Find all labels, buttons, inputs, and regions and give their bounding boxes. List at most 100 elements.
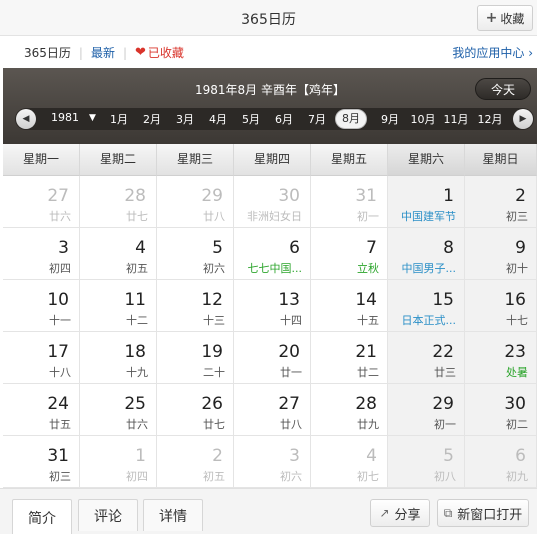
month-2[interactable]: 2月 xyxy=(136,111,168,127)
day-cell[interactable]: 4 初五 xyxy=(80,228,157,280)
dropdown-arrow-icon: ▼ xyxy=(89,112,96,123)
prev-arrow-icon[interactable]: ◀ xyxy=(16,109,36,129)
day-cell[interactable]: 19 二十 xyxy=(157,332,234,384)
day-cell[interactable]: 12 十三 xyxy=(157,280,234,332)
day-cell[interactable]: 29 初一 xyxy=(388,384,465,436)
day-cell[interactable]: 28 廿九 xyxy=(311,384,388,436)
day-cell[interactable]: 31 初一 xyxy=(311,176,388,228)
day-cell[interactable]: 2 初三 xyxy=(465,176,537,228)
day-number: 26 xyxy=(201,394,223,414)
day-number: 22 xyxy=(432,342,454,362)
day-cell[interactable]: 27 廿八 xyxy=(234,384,311,436)
lunar-date: 初六 xyxy=(280,470,302,483)
day-cell[interactable]: 5 初六 xyxy=(157,228,234,280)
day-cell[interactable]: 27 廿六 xyxy=(3,176,80,228)
lunar-date: 十三 xyxy=(203,314,225,327)
tab-details[interactable]: 详情 xyxy=(143,499,203,531)
month-9[interactable]: 9月 xyxy=(374,111,406,127)
sub-navigation: 365日历 | 最新 | ❤ 已收藏 我的应用中心 › xyxy=(0,37,537,67)
day-number: 2 xyxy=(515,186,526,206)
day-cell[interactable]: 26 廿七 xyxy=(157,384,234,436)
day-cell[interactable]: 18 十九 xyxy=(80,332,157,384)
tab-intro[interactable]: 简介 xyxy=(12,499,72,534)
share-button[interactable]: ↗ 分享 xyxy=(370,499,430,527)
bottom-toolbar: 简介 评论 详情 ↗ 分享 ⧉ 新窗口打开 xyxy=(0,488,537,534)
next-arrow-icon[interactable]: ▶ xyxy=(513,109,533,129)
month-5[interactable]: 5月 xyxy=(235,111,267,127)
day-cell[interactable]: 16 十七 xyxy=(465,280,537,332)
day-cell[interactable]: 17 十八 xyxy=(3,332,80,384)
day-cell[interactable]: 6 初九 xyxy=(465,436,537,488)
weekday-label: 星期四 xyxy=(234,144,311,176)
month-1[interactable]: 1月 xyxy=(103,111,135,127)
day-cell[interactable]: 9 初十 xyxy=(465,228,537,280)
today-button[interactable]: 今天 xyxy=(475,78,531,100)
day-cell[interactable]: 5 初八 xyxy=(388,436,465,488)
day-cell[interactable]: 21 廿二 xyxy=(311,332,388,384)
lunar-date: 十二 xyxy=(126,314,148,327)
day-cell[interactable]: 3 初四 xyxy=(3,228,80,280)
day-cell[interactable]: 8 中国男子... xyxy=(388,228,465,280)
lunar-date: 初八 xyxy=(434,470,456,483)
day-number: 16 xyxy=(504,290,526,310)
day-number: 29 xyxy=(201,186,223,206)
month-4[interactable]: 4月 xyxy=(202,111,234,127)
month-11[interactable]: 11月 xyxy=(440,111,472,127)
calendar-title: 1981年8月 辛酉年【鸡年】 xyxy=(195,83,345,97)
day-cell[interactable]: 30 初二 xyxy=(465,384,537,436)
window-title: 365日历 xyxy=(241,12,296,28)
lunar-date: 廿三 xyxy=(434,366,456,379)
year-select[interactable]: 1981 ▼ xyxy=(51,111,96,124)
day-cell[interactable]: 1 中国建军节 xyxy=(388,176,465,228)
day-cell[interactable]: 6 七七中国... xyxy=(234,228,311,280)
latest-link[interactable]: 最新 xyxy=(91,44,115,61)
day-cell[interactable]: 20 廿一 xyxy=(234,332,311,384)
day-number: 31 xyxy=(355,186,377,206)
day-cell[interactable]: 29 廿八 xyxy=(157,176,234,228)
lunar-date: 十五 xyxy=(357,314,379,327)
day-number: 17 xyxy=(47,342,69,362)
day-cell[interactable]: 13 十四 xyxy=(234,280,311,332)
weekday-label: 星期六 xyxy=(388,144,465,176)
day-cell[interactable]: 28 廿七 xyxy=(80,176,157,228)
month-12[interactable]: 12月 xyxy=(474,111,506,127)
day-cell[interactable]: 31 初三 xyxy=(3,436,80,488)
favorite-button[interactable]: + 收藏 xyxy=(477,5,533,31)
day-cell[interactable]: 30 非洲妇女日 xyxy=(234,176,311,228)
day-cell[interactable]: 22 廿三 xyxy=(388,332,465,384)
day-cell[interactable]: 11 十二 xyxy=(80,280,157,332)
favorited-link[interactable]: 已收藏 xyxy=(148,44,184,61)
month-7[interactable]: 7月 xyxy=(301,111,333,127)
lunar-date: 处暑 xyxy=(506,366,528,379)
day-cell[interactable]: 24 廿五 xyxy=(3,384,80,436)
month-10[interactable]: 10月 xyxy=(407,111,439,127)
day-number: 19 xyxy=(201,342,223,362)
lunar-date: 廿八 xyxy=(280,418,302,431)
day-number: 6 xyxy=(289,238,300,258)
day-cell[interactable]: 4 初七 xyxy=(311,436,388,488)
month-3[interactable]: 3月 xyxy=(169,111,201,127)
month-8[interactable]: 8月 xyxy=(335,109,367,129)
day-cell[interactable]: 10 十一 xyxy=(3,280,80,332)
lunar-date: 初五 xyxy=(203,470,225,483)
app-center-link[interactable]: 我的应用中心 › xyxy=(452,44,533,61)
day-cell[interactable]: 25 廿六 xyxy=(80,384,157,436)
month-6[interactable]: 6月 xyxy=(268,111,300,127)
day-number: 4 xyxy=(135,238,146,258)
open-new-window-button[interactable]: ⧉ 新窗口打开 xyxy=(437,499,529,527)
weekday-label: 星期五 xyxy=(311,144,388,176)
day-number: 31 xyxy=(47,446,69,466)
tab-comments[interactable]: 评论 xyxy=(78,499,138,531)
day-cell[interactable]: 23 处暑 xyxy=(465,332,537,384)
day-number: 20 xyxy=(278,342,300,362)
day-cell[interactable]: 14 十五 xyxy=(311,280,388,332)
day-cell[interactable]: 2 初五 xyxy=(157,436,234,488)
day-number: 15 xyxy=(432,290,454,310)
day-cell[interactable]: 15 日本正式... xyxy=(388,280,465,332)
day-cell[interactable]: 1 初四 xyxy=(80,436,157,488)
lunar-date: 初六 xyxy=(203,262,225,275)
day-cell[interactable]: 7 立秋 xyxy=(311,228,388,280)
day-number: 11 xyxy=(124,290,146,310)
app-name: 365日历 xyxy=(24,46,71,60)
day-cell[interactable]: 3 初六 xyxy=(234,436,311,488)
